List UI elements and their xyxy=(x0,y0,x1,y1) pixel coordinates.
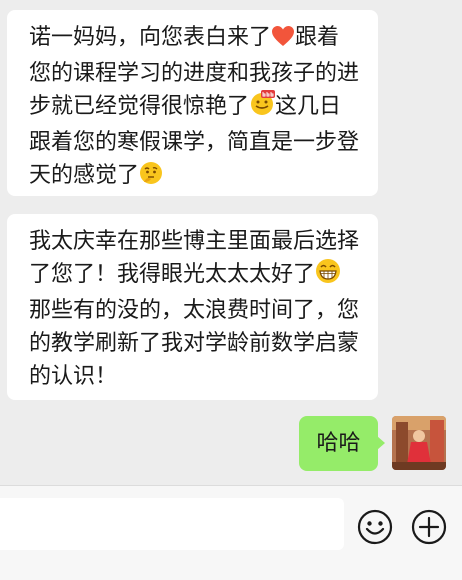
message-line: 的教学刷新了我对学龄前数学启蒙 xyxy=(29,331,360,356)
message-text: 哈哈 xyxy=(316,431,361,456)
message-line: 您的课程学习的进度和我孩子的进 xyxy=(29,61,360,86)
received-message-bubble[interactable]: 我太庆幸在那些博主里面最后选择 了您了！我得眼光太太太好了 那些有的没的，太浪费… xyxy=(7,214,378,400)
message-line: 我太庆幸在那些博主里面最后选择 xyxy=(29,229,360,254)
message-line: 跟着您的寒假课学，简直是一步登 xyxy=(29,130,360,155)
plus-circle-icon[interactable] xyxy=(411,509,447,545)
message-text: 诺一妈妈，向您表白来了 xyxy=(29,25,272,50)
sent-message-bubble[interactable]: 哈哈 xyxy=(299,416,385,471)
message-line: 诺一妈妈，向您表白来了 跟着 xyxy=(29,21,366,57)
message-line: 那些有的没的，太浪费时间了，您 xyxy=(29,298,360,323)
message-line: 了您了！我得眼光太太太好了 xyxy=(29,258,366,294)
message-text: 了您了！我得眼光太太太好了 xyxy=(29,262,316,287)
message-text: 跟着 xyxy=(295,25,340,50)
input-toolbar xyxy=(0,485,462,580)
message-line: 天的感觉了 xyxy=(29,159,366,195)
grinning-emoji-icon xyxy=(315,258,341,294)
message-line: 步就已经觉得很惊艳了 这几日 xyxy=(29,90,366,126)
message-text: 这几日 xyxy=(275,94,342,119)
chat-area: 诺一妈妈，向您表白来了 跟着 您的课程学习的进度和我孩子的进 步就已经觉得很惊艳… xyxy=(0,0,462,485)
message-input[interactable] xyxy=(0,498,344,550)
message-line: 的认识！ xyxy=(29,364,118,389)
smiley-face-icon[interactable] xyxy=(357,509,393,545)
666-emoji-icon xyxy=(249,90,276,126)
message-text: 步就已经觉得很惊艳了 xyxy=(29,94,250,119)
message-text: 天的感觉了 xyxy=(29,163,140,188)
avatar[interactable] xyxy=(392,416,446,470)
received-message-bubble[interactable]: 诺一妈妈，向您表白来了 跟着 您的课程学习的进度和我孩子的进 步就已经觉得很惊艳… xyxy=(7,10,378,196)
thinking-emoji-icon xyxy=(139,161,163,195)
heart-emoji-icon xyxy=(271,24,295,57)
